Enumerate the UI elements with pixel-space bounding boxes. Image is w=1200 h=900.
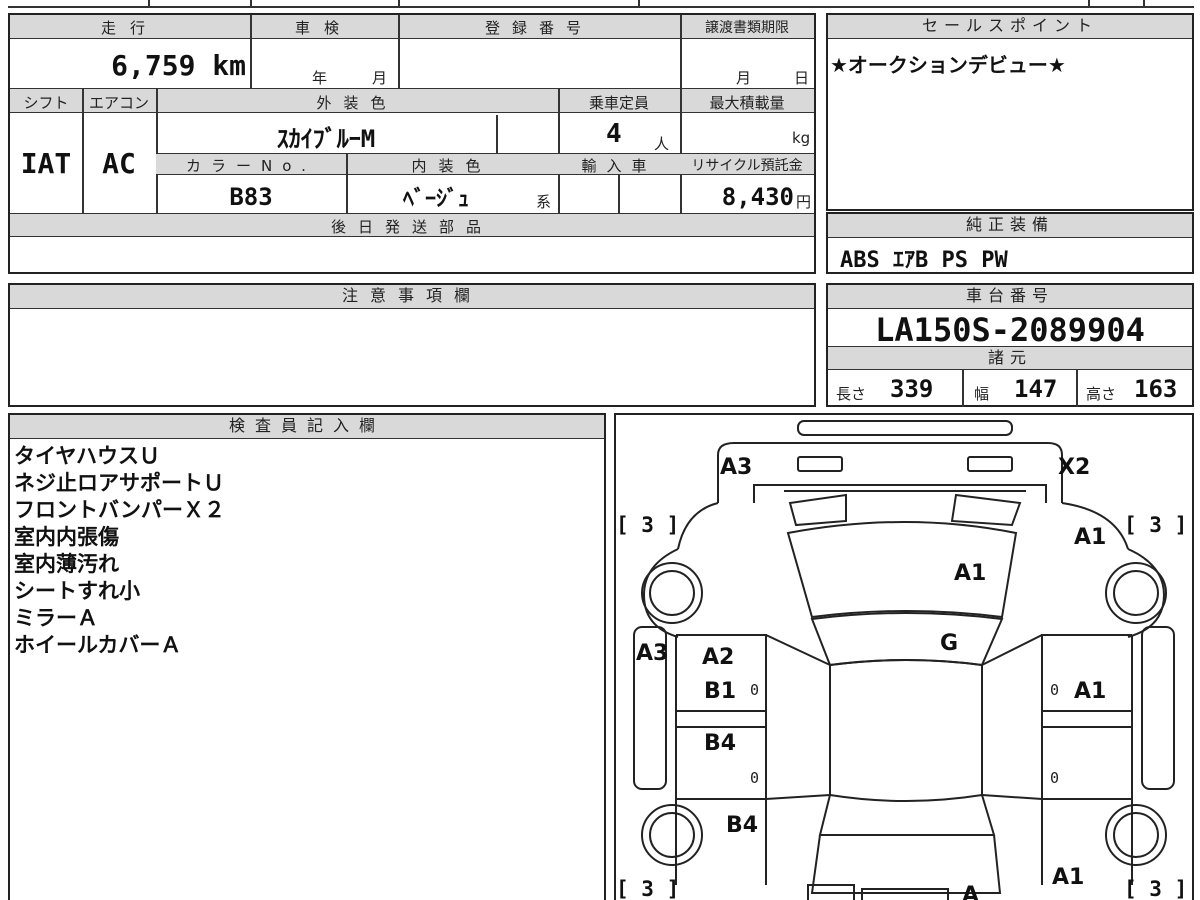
mark-left-side: A3 — [636, 641, 669, 666]
color-no-label: カラーNo. — [186, 157, 316, 175]
inspector-title: 検査員記入欄 — [10, 415, 604, 439]
width-value: 147 — [1014, 375, 1058, 403]
tire-front-left: [ 3 ] — [616, 513, 680, 537]
mark-front-right: X2 — [1058, 455, 1091, 480]
mark-windshield: G — [940, 631, 959, 656]
max-load-label: 最大積載量 — [709, 94, 785, 112]
capacity-unit: 人 — [654, 135, 670, 153]
interior-color-label: 内装色 — [411, 157, 493, 175]
top-strip — [8, 0, 1194, 8]
recycle-label: リサイクル預託金 — [691, 158, 803, 174]
height-value: 163 — [1134, 375, 1178, 403]
exterior-color-value: ｽｶｲﾌﾞﾙｰM — [276, 125, 376, 153]
mark-rear-left: B4 — [726, 813, 759, 838]
chassis-value: LA150S-2089904 — [875, 311, 1145, 349]
exterior-color-label: 外装色 — [316, 94, 398, 112]
capacity-value: 4 — [606, 119, 622, 149]
inspector-line: 室内薄汚れ — [14, 552, 119, 576]
interior-color-value: ﾍﾞｰｼﾞｭ — [402, 187, 469, 212]
chassis-title: 車台番号 — [828, 285, 1192, 309]
recycle-value: 8,430 — [721, 183, 794, 211]
transfer-day: 日 — [794, 69, 810, 87]
car-diagram-panel: A3 X2 A1 A1 G A3 A2 B1 A1 B4 B4 A1 A 0 0… — [614, 413, 1194, 900]
shaken-month: 月 — [372, 69, 388, 87]
shift-label: シフト — [23, 94, 69, 112]
mark-hood: A1 — [954, 561, 987, 586]
mark-rear-door-left: B4 — [704, 731, 737, 756]
mileage-value: 6,759 km — [111, 49, 246, 82]
sales-point-title: セールスポイント — [828, 15, 1192, 39]
sales-point-text: ★オークションデビュー★ — [830, 53, 1066, 77]
equipment-title: 純正装備 — [828, 214, 1192, 238]
transfer-deadline-label: 譲渡書類期限 — [705, 20, 789, 36]
chassis-panel: 車台番号 LA150S-2089904 諸元 長さ 339 幅 147 高さ 1… — [826, 283, 1194, 407]
inspector-line: シートすれ小 — [14, 579, 140, 603]
color-no-value: B83 — [229, 183, 273, 211]
inspector-line: ホイールカバーＡ — [14, 633, 182, 657]
mark-right-fender: A1 — [1074, 525, 1107, 550]
inspector-panel: 検査員記入欄 タイヤハウスＵ ネジ止ロアサポートＵ フロントバンパーＸ２ 室内内… — [8, 413, 606, 900]
interior-suffix: 系 — [536, 193, 552, 211]
later-parts-label: 後日発送部品 — [330, 218, 493, 236]
transfer-month: 月 — [736, 69, 752, 87]
import-label: 輸入車 — [581, 157, 657, 175]
inspector-line: フロントバンパーＸ２ — [14, 498, 226, 522]
capacity-label: 乗車定員 — [588, 94, 649, 112]
door-count-zero: 0 — [750, 681, 760, 699]
inspector-line: ミラーＡ — [14, 606, 98, 630]
length-value: 339 — [890, 375, 934, 403]
door-count-zero: 0 — [1050, 769, 1060, 787]
inspector-line: 室内内張傷 — [14, 525, 119, 549]
aircon-value: AC — [102, 147, 136, 180]
tire-rear-left: [ 3 ] — [616, 877, 680, 900]
shaken-year: 年 — [312, 69, 328, 87]
specs-title: 諸元 — [828, 346, 1192, 370]
notes-panel: 注意事項欄 — [8, 283, 816, 407]
mark-front-left: A3 — [720, 455, 753, 480]
width-label: 幅 — [974, 385, 990, 403]
tire-rear-right: [ 3 ] — [1124, 877, 1188, 900]
inspector-line: タイヤハウスＵ — [14, 444, 160, 468]
mileage-label: 走行 — [100, 19, 159, 37]
sales-point-panel: セールスポイント ★オークションデビュー★ — [826, 13, 1194, 211]
mark-rear-center: A — [962, 883, 980, 900]
max-load-unit: kg — [792, 129, 811, 147]
tire-front-right: [ 3 ] — [1124, 513, 1188, 537]
shift-value: IAT — [20, 147, 72, 180]
mark-front-door-left-1: A2 — [702, 645, 735, 670]
mark-front-door-right: A1 — [1074, 679, 1107, 704]
recycle-unit: 円 — [796, 193, 812, 211]
mark-rear-right: A1 — [1052, 865, 1085, 890]
inspector-list: タイヤハウスＵ ネジ止ロアサポートＵ フロントバンパーＸ２ 室内内張傷 室内薄汚… — [14, 443, 225, 659]
notes-title: 注意事項欄 — [10, 285, 814, 309]
door-count-zero: 0 — [1050, 681, 1060, 699]
aircon-label: エアコン — [88, 94, 149, 112]
door-count-zero: 0 — [750, 769, 760, 787]
equipment-panel: 純正装備 ABS ｴｱB PS PW — [826, 212, 1194, 274]
inspector-line: ネジ止ロアサポートＵ — [14, 471, 224, 495]
vehicle-info-panel: 走行 車検 登録番号 譲渡書類期限 6,759 km 年 月 月 日 シフト エ… — [8, 13, 816, 274]
height-label: 高さ — [1086, 385, 1117, 403]
equipment-text: ABS ｴｱB PS PW — [840, 248, 1008, 273]
shaken-label: 車検 — [294, 19, 353, 37]
length-label: 長さ — [836, 385, 867, 403]
registration-label: 登録番号 — [484, 19, 593, 37]
mark-front-door-left-2: B1 — [704, 679, 737, 704]
